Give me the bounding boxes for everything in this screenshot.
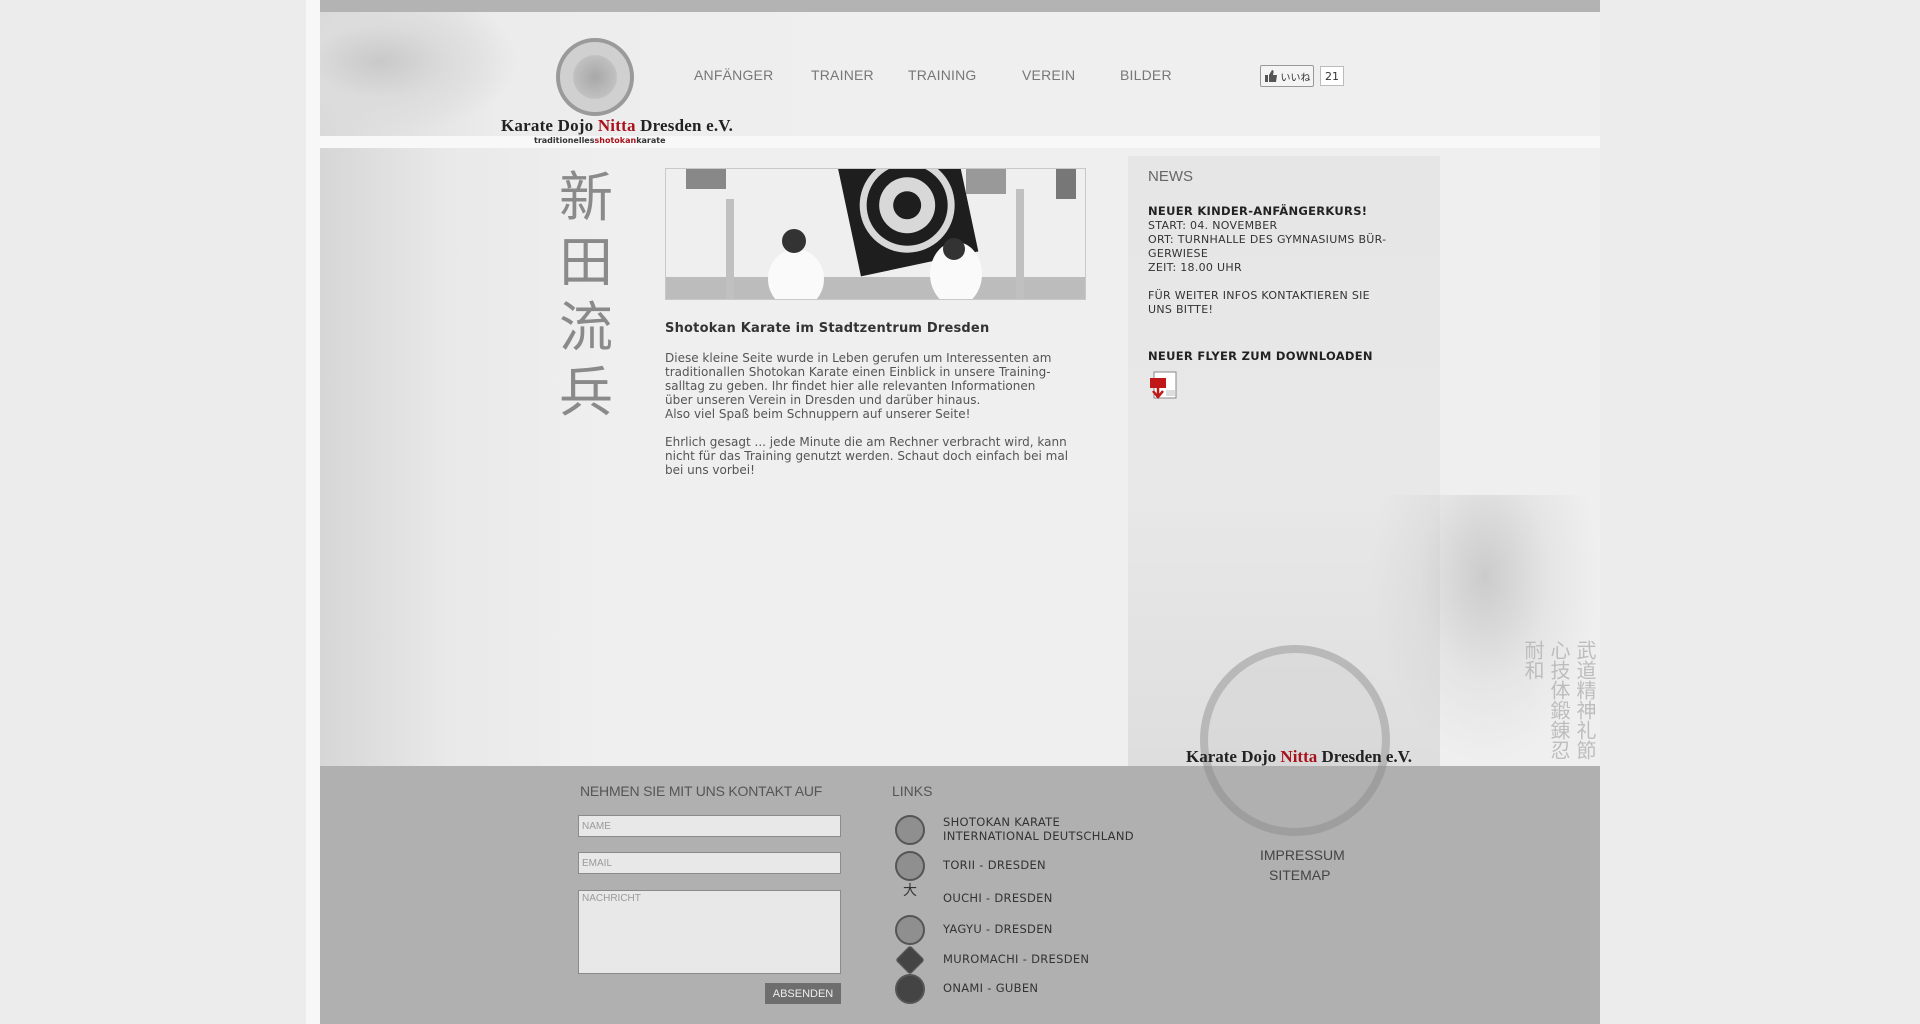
main-title: Shotokan Karate im Stadtzentrum Dresden <box>665 321 990 336</box>
link-onami-guben[interactable]: ONAMI - GUBEN <box>895 974 1155 1004</box>
wm-title-part1: Karate Dojo <box>1186 747 1281 766</box>
news-heading: NEWS <box>1148 168 1193 185</box>
ouchi-logo-icon: 大 <box>903 883 917 899</box>
link-muromachi-dresden[interactable]: MUROMACHI - DRESDEN <box>895 945 1155 975</box>
link-label: ONAMI - GUBEN <box>943 981 1039 995</box>
logo-title[interactable]: Karate Dojo Nitta Dresden e.V. <box>501 116 741 136</box>
nav-item-training[interactable]: TRAINING <box>908 67 977 83</box>
logo-subtitle: traditionellesshotokankarate <box>534 136 734 145</box>
nav-item-verein[interactable]: VEREIN <box>1022 67 1075 83</box>
logo-sub-part2: karate <box>636 136 666 145</box>
logo-sub-part1: traditionelles <box>534 136 595 145</box>
ski-logo-icon <box>895 815 925 845</box>
torii-logo-icon <box>895 851 925 881</box>
submit-button[interactable]: ABSENDEN <box>765 983 841 1004</box>
news-item-1-text: START: 04. NOVEMBER ORT: TURNHALLE DES G… <box>1148 219 1387 316</box>
wm-title-red: Nitta <box>1280 747 1318 766</box>
muromachi-logo-icon <box>895 945 925 975</box>
logo-title-red: Nitta <box>597 116 636 135</box>
message-textarea[interactable] <box>578 890 841 974</box>
nav-item-trainer[interactable]: TRAINER <box>811 67 874 83</box>
contact-heading: NEHMEN SIE MIT UNS KONTAKT AUF <box>580 783 823 799</box>
link-label: OUCHI - DRESDEN <box>943 891 1053 905</box>
link-label: TORII - DRESDEN <box>943 858 1046 872</box>
pdf-download-icon[interactable] <box>1148 370 1180 402</box>
like-count: 21 <box>1320 66 1344 86</box>
link-label: SHOTOKAN KARATE INTERNATIONAL DEUTSCHLAN… <box>943 815 1134 843</box>
news-item-1-title: NEUER KINDER-ANFÄNGERKURS! <box>1148 204 1368 218</box>
top-bar <box>320 0 1600 12</box>
main-text: Diese kleine Seite wurde in Leben gerufe… <box>665 351 1097 491</box>
onami-logo-icon <box>895 974 925 1004</box>
calligraphy-decoration: 新田流兵 <box>559 165 613 424</box>
link-torii-dresden[interactable]: TORII - DRESDEN <box>895 851 1155 881</box>
nav-item-anfaenger[interactable]: ANFÄNGER <box>694 67 773 83</box>
impressum-link[interactable]: IMPRESSUM <box>1260 847 1345 863</box>
link-ouchi-dresden[interactable]: 大 OUCHI - DRESDEN <box>895 884 1155 914</box>
thumbs-up-icon <box>1264 70 1277 82</box>
main-paragraph-1: Diese kleine Seite wurde in Leben gerufe… <box>665 351 1052 421</box>
kanji-poem-decoration: 武道精神礼節心技体鍛錬忍耐和 <box>1521 640 1597 760</box>
footer-mon-decoration <box>1200 766 1390 836</box>
yagyu-logo-icon <box>895 915 925 945</box>
link-yagyu-dresden[interactable]: YAGYU - DRESDEN <box>895 915 1155 945</box>
like-label: いいね <box>1280 72 1311 84</box>
logo-title-part2: Dresden e.V. <box>635 116 734 135</box>
header-separator <box>320 136 1600 148</box>
page-background-left <box>0 0 320 1024</box>
nav-item-bilder[interactable]: BILDER <box>1120 67 1172 83</box>
link-label: MUROMACHI - DRESDEN <box>943 952 1090 966</box>
link-label: YAGYU - DRESDEN <box>943 922 1053 936</box>
footer-mon-ring <box>1200 766 1390 836</box>
main-paragraph-2: Ehrlich gesagt ... jede Minute die am Re… <box>665 435 1069 477</box>
training-photo <box>665 168 1086 300</box>
page-background-right <box>1600 0 1920 1024</box>
link-shotokan-karate-international[interactable]: SHOTOKAN KARATE INTERNATIONAL DEUTSCHLAN… <box>895 815 1155 845</box>
sitemap-link[interactable]: SITEMAP <box>1269 867 1330 883</box>
main-nav: ANFÄNGER TRAINER TRAINING VEREIN BILDER <box>320 67 1600 87</box>
logo-title-part1: Karate Dojo <box>501 116 598 135</box>
site-container: Karate Dojo Nitta Dresden e.V. tradition… <box>320 0 1600 1024</box>
watermark-title: Karate Dojo Nitta Dresden e.V. <box>1186 747 1426 767</box>
logo-sub-red: shotokan <box>594 136 637 145</box>
links-heading: LINKS <box>892 783 933 799</box>
wm-title-part2: Dresden e.V. <box>1317 747 1413 766</box>
email-input[interactable] <box>578 852 841 874</box>
name-input[interactable] <box>578 815 841 837</box>
like-button[interactable]: いいね <box>1260 65 1314 87</box>
news-item-2-title: NEUER FLYER ZUM DOWNLOADEN <box>1148 349 1373 363</box>
